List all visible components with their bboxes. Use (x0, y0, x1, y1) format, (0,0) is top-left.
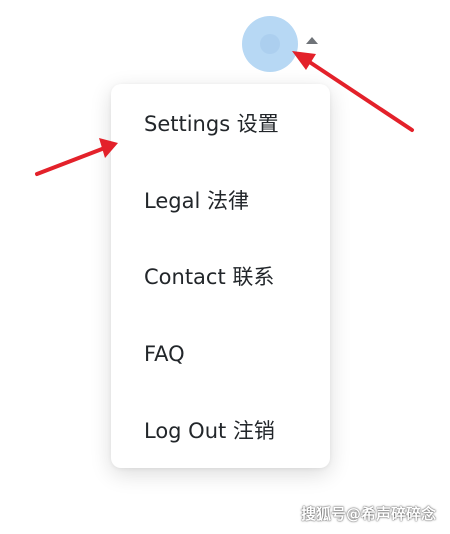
watermark: 搜狐号@希声碎碎念 (300, 505, 436, 523)
menu-item-legal[interactable]: Legal 法律 (144, 181, 249, 221)
arrow-to-settings-icon (35, 138, 118, 176)
menu-item-logout[interactable]: Log Out 注销 (144, 411, 275, 451)
menu-item-contact[interactable]: Contact 联系 (144, 257, 274, 297)
caret-up-icon[interactable] (306, 37, 318, 44)
menu-item-faq[interactable]: FAQ (144, 334, 185, 374)
user-avatar-button[interactable] (242, 16, 298, 72)
menu-item-settings[interactable]: Settings 设置 (144, 104, 279, 144)
user-avatar-icon (260, 34, 280, 54)
user-dropdown-menu: Settings 设置 Legal 法律 Contact 联系 FAQ Log … (111, 84, 330, 468)
